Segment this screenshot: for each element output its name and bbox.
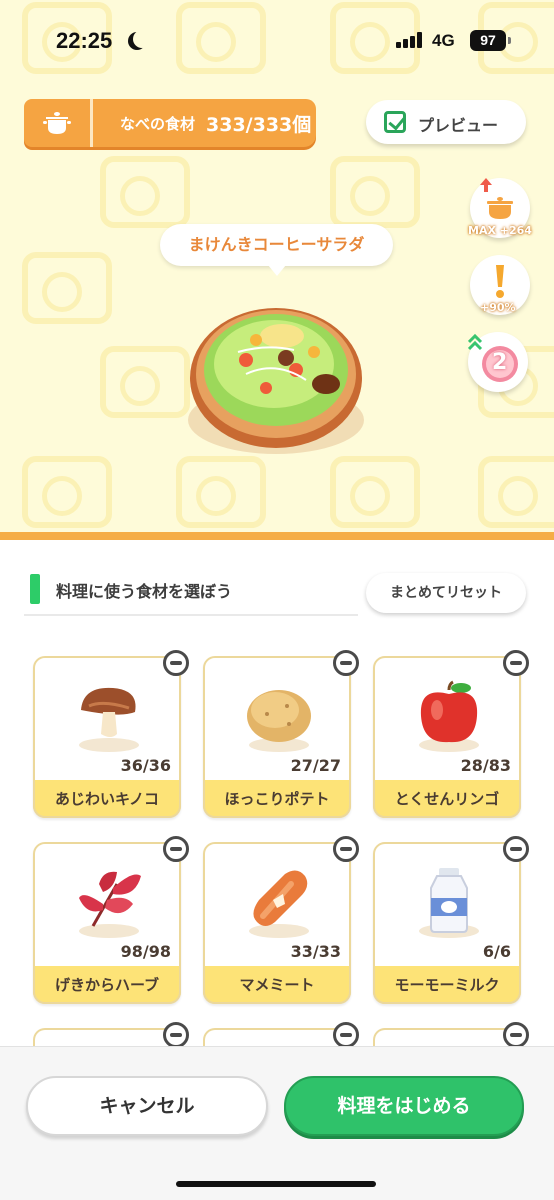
ingredient-card[interactable]: 6/6 モーモーミルク xyxy=(373,836,529,1004)
reset-all-button[interactable]: まとめてリセット xyxy=(366,573,526,613)
ingredient-name: げきからハーブ xyxy=(33,966,181,1004)
level-number: 2 xyxy=(492,350,508,375)
status-time: 22:25 xyxy=(56,28,113,53)
status-bar: 22:25 4G 97 xyxy=(0,0,554,84)
background-pattern-icon xyxy=(478,456,554,528)
start-cooking-button[interactable]: 料理をはじめる xyxy=(284,1076,524,1136)
decrease-button[interactable] xyxy=(163,1022,189,1048)
cancel-button[interactable]: キャンセル xyxy=(26,1076,268,1136)
potato-icon xyxy=(247,690,311,742)
decrease-button[interactable] xyxy=(333,650,359,676)
preview-toggle-button[interactable]: プレビュー xyxy=(366,100,526,144)
ingredient-name: とくせんリンゴ xyxy=(373,780,521,818)
background-pattern-icon xyxy=(22,252,112,324)
moon-icon xyxy=(133,30,151,48)
pot-label: なべの食材 xyxy=(120,115,196,133)
dish-name-bubble: まけんきコーヒーサラダ xyxy=(160,224,393,276)
milk-bottle-icon xyxy=(430,868,468,933)
herb-icon xyxy=(79,871,141,927)
ingredient-name: マメミート xyxy=(203,966,351,1004)
pot-capacity-label: MAX +264 xyxy=(468,224,532,237)
ingredient-card[interactable]: 27/27 ほっこりポテト xyxy=(203,650,359,818)
battery-icon: 97 xyxy=(470,30,511,51)
background-pattern-icon xyxy=(22,456,112,528)
background-pattern-icon xyxy=(176,456,266,528)
preview-label: プレビュー xyxy=(418,116,499,135)
background-pattern-icon xyxy=(100,156,190,228)
decrease-button[interactable] xyxy=(503,650,529,676)
sausage-icon xyxy=(253,870,308,926)
home-indicator[interactable] xyxy=(176,1181,376,1187)
ingredient-card[interactable]: 33/33 マメミート xyxy=(203,836,359,1004)
banner-divider xyxy=(90,99,93,147)
ingredient-count: 98/98 xyxy=(120,942,171,961)
decrease-button[interactable] xyxy=(163,650,189,676)
pot-ingredient-banner: なべの食材 333/333個 xyxy=(24,99,316,147)
level-badge[interactable]: 2 xyxy=(467,332,528,392)
mushroom-icon xyxy=(81,687,136,737)
background-pattern-icon xyxy=(100,346,190,418)
decrease-button[interactable] xyxy=(503,1022,529,1048)
background-pattern-icon xyxy=(330,156,420,228)
pot-count: 333/333個 xyxy=(206,114,312,136)
apple-icon xyxy=(420,680,478,743)
section-title: 料理に使う食材を選ぼう xyxy=(56,582,233,601)
background-pattern-icon xyxy=(330,456,420,528)
ingredient-count: 33/33 xyxy=(290,942,341,961)
ingredient-count: 36/36 xyxy=(120,756,171,775)
pot-icon xyxy=(43,112,71,134)
ingredient-name: あじわいキノコ xyxy=(33,780,181,818)
ingredient-count: 27/27 xyxy=(290,756,341,775)
decrease-button[interactable] xyxy=(163,836,189,862)
ingredient-card[interactable]: 98/98 げきからハーブ xyxy=(33,836,189,1004)
checkbox-checked-icon xyxy=(384,111,406,133)
salad-dish-image xyxy=(188,308,364,454)
decrease-button[interactable] xyxy=(333,1022,359,1048)
ingredient-card[interactable]: 36/36 あじわいキノコ xyxy=(33,650,189,818)
dish-name: まけんきコーヒーサラダ xyxy=(188,235,365,254)
success-rate-label: +90% xyxy=(480,301,516,314)
ingredient-name: モーモーミルク xyxy=(373,966,521,1004)
section-accent-bar xyxy=(30,574,40,604)
signal-icon xyxy=(396,32,424,48)
ingredient-count: 28/83 xyxy=(460,756,511,775)
section-divider xyxy=(0,532,554,540)
decrease-button[interactable] xyxy=(503,836,529,862)
network-label: 4G xyxy=(432,31,455,50)
ingredient-name: ほっこりポテト xyxy=(203,780,351,818)
section-underline xyxy=(24,614,358,616)
decrease-button[interactable] xyxy=(333,836,359,862)
ingredient-count: 6/6 xyxy=(482,942,511,961)
ingredient-card[interactable]: 28/83 とくせんリンゴ xyxy=(373,650,529,818)
